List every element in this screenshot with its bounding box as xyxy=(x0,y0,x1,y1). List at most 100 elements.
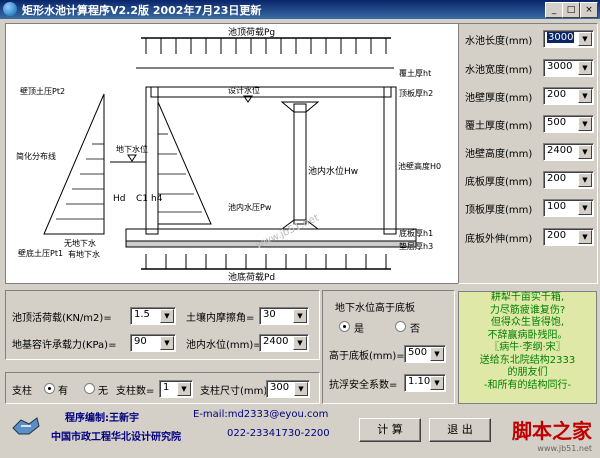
groundwater-group: 地下水位高于底板 是 否 高于底板(mm)= 500 ▼ 抗浮安全系数= 1.10… xyxy=(322,290,455,404)
wall-height-select[interactable]: 2400 ▼ xyxy=(543,143,594,161)
groundwater-yes-radio[interactable] xyxy=(339,321,350,332)
chevron-down-icon[interactable]: ▼ xyxy=(294,382,308,396)
bottom-slab-select[interactable]: 200 ▼ xyxy=(543,171,594,189)
wall-thickness-select[interactable]: 200 ▼ xyxy=(543,87,594,105)
chevron-down-icon[interactable]: ▼ xyxy=(293,309,307,323)
column-size-select[interactable]: 300 ▼ xyxy=(266,380,310,398)
chevron-down-icon[interactable]: ▼ xyxy=(160,336,174,350)
live-load-label: 池顶活荷载(KN/m2)= xyxy=(12,313,112,324)
app-globe-icon xyxy=(3,2,17,16)
column-size-label: 支柱尺寸(mm) xyxy=(200,386,268,397)
label-bottom-slab: 底板厚h1 xyxy=(399,228,433,238)
chevron-down-icon[interactable]: ▼ xyxy=(578,145,592,159)
label-with-groundwater: 有地下水 xyxy=(68,249,100,259)
column-no-label: 无 xyxy=(98,386,108,397)
column-label: 支柱 xyxy=(12,386,32,397)
column-yes-radio[interactable] xyxy=(44,383,55,394)
param-label: 水池长度(mm) xyxy=(465,36,533,47)
chevron-down-icon[interactable]: ▼ xyxy=(430,376,444,390)
watermark-brand: 脚本之家 xyxy=(512,419,592,443)
label-simplified-distribution: 简化分布线 xyxy=(16,151,56,161)
poem-line: 但得众生皆得饱, xyxy=(490,317,565,328)
column-group: 支柱 有 无 支柱数= 1 ▼ 支柱尺寸(mm) 300 ▼ xyxy=(5,372,320,404)
poem-line: 的朋友们 xyxy=(507,367,548,378)
pool-section-drawing: 池顶荷载Pg 覆土厚ht 顶板厚h2 底板厚h1 垫层厚h3 池底荷载Pd 壁顶… xyxy=(5,23,459,284)
height-above-slab-label: 高于底板(mm)= xyxy=(329,351,405,362)
label-h4: h4 xyxy=(151,194,163,204)
footer: 程序编制:王新宇 E-mail:md2333@eyou.com 中国市政工程华北… xyxy=(5,404,596,454)
site-watermark: 脚本之家 www.jb51.net xyxy=(512,415,592,453)
label-cushion: 垫层厚h3 xyxy=(399,241,433,251)
section-svg: 池顶荷载Pg 覆土厚ht 顶板厚h2 底板厚h1 垫层厚h3 池底荷载Pd 壁顶… xyxy=(16,26,441,283)
bearing-capacity-select[interactable]: 90 ▼ xyxy=(130,334,176,352)
chevron-down-icon[interactable]: ▼ xyxy=(293,336,307,350)
close-button[interactable]: × xyxy=(580,2,598,18)
label-soil-thickness: 覆土厚ht xyxy=(399,68,431,78)
organization-label: 中国市政工程华北设计研究院 xyxy=(51,432,181,443)
top-slab-select[interactable]: 100 ▼ xyxy=(543,199,594,217)
water-level-select[interactable]: 2400 ▼ xyxy=(259,334,309,352)
poem-line: 力尽筋疲谁复伤? xyxy=(489,304,566,316)
label-inner-water-pressure: 池内水压Pw xyxy=(228,202,272,212)
param-label: 覆土厚度(mm) xyxy=(465,121,533,132)
chevron-down-icon[interactable]: ▼ xyxy=(578,173,592,187)
label-inner-water-level: 池内水位Hw xyxy=(308,165,358,177)
param-label: 水池宽度(mm) xyxy=(465,65,533,76)
column-count-label: 支柱数= xyxy=(116,386,155,397)
email-label: E-mail:md2333@eyou.com xyxy=(193,409,329,420)
param-label: 顶板厚度(mm) xyxy=(465,205,533,216)
groundwater-no-radio[interactable] xyxy=(395,321,406,332)
label-wall-top-soil-pressure: 壁顶土压Pt2 xyxy=(20,86,65,96)
safety-factor-label: 抗浮安全系数= xyxy=(329,380,398,391)
maximize-button[interactable]: □ xyxy=(562,2,580,18)
calculate-button[interactable]: 计 算 xyxy=(359,418,421,442)
column-no-radio[interactable] xyxy=(84,383,95,394)
chevron-down-icon[interactable]: ▼ xyxy=(578,89,592,103)
poem-panel: 耕犁千亩实千箱, 力尽筋疲谁复伤? 但得众生皆得饱, 不辞赢病卧残阳。 〖病牛·… xyxy=(458,291,597,404)
author-label: 程序编制:王新宇 xyxy=(65,413,139,424)
label-hd: Hd xyxy=(113,194,125,204)
label-pool-height: 池壁高度H0 xyxy=(398,161,441,171)
param-label: 池壁厚度(mm) xyxy=(465,93,533,104)
poem-line: 送给东北院结构2333 xyxy=(479,354,576,366)
dimension-params-panel: 水池长度(mm) 3000 ▼ 水池宽度(mm) 3000 ▼ 池壁厚度(mm) 2… xyxy=(458,23,598,284)
chevron-down-icon[interactable]: ▼ xyxy=(578,230,592,244)
poem-line: -和所有的结构同行- xyxy=(483,379,572,391)
chevron-down-icon[interactable]: ▼ xyxy=(160,309,174,323)
groundwater-yes-label: 是 xyxy=(354,324,364,335)
poem-line: 〖病牛·李纲·宋〗 xyxy=(489,342,566,353)
chevron-down-icon[interactable]: ▼ xyxy=(578,117,592,131)
pool-width-select[interactable]: 3000 ▼ xyxy=(543,59,594,77)
friction-angle-select[interactable]: 30 ▼ xyxy=(259,307,309,325)
chevron-down-icon[interactable]: ▼ xyxy=(177,382,191,396)
bottom-extension-select[interactable]: 200 ▼ xyxy=(543,228,594,246)
soil-thickness-select[interactable]: 500 ▼ xyxy=(543,115,594,133)
height-above-slab-select[interactable]: 500 ▼ xyxy=(404,345,446,363)
label-wall-bottom-soil-pressure: 壁底土压Pt1 xyxy=(18,248,63,258)
title-bar: 矩形水池计算程序V2.2版 2002年7月23日更新 _ □ × xyxy=(0,0,600,19)
label-c1: C1 xyxy=(136,194,148,204)
minimize-button[interactable]: _ xyxy=(545,2,563,18)
poem-line: 不辞赢病卧残阳。 xyxy=(487,329,568,341)
groundwater-question: 地下水位高于底板 xyxy=(335,303,415,314)
chevron-down-icon[interactable]: ▼ xyxy=(430,347,444,361)
param-label: 池壁高度(mm) xyxy=(465,149,533,160)
live-load-select[interactable]: 1.5 ▼ xyxy=(130,307,176,325)
label-groundwater-level: 地下水位 xyxy=(116,144,148,154)
chevron-down-icon[interactable]: ▼ xyxy=(578,201,592,215)
column-count-select[interactable]: 1 ▼ xyxy=(159,380,193,398)
poem-line: 耕犁千亩实千箱, xyxy=(490,292,565,303)
param-label: 底板厚度(mm) xyxy=(465,177,533,188)
phone-label: 022-23341730-2200 xyxy=(227,428,330,439)
exit-button[interactable]: 退 出 xyxy=(429,418,491,442)
pool-length-select[interactable]: 3000 ▼ xyxy=(543,30,594,48)
column-yes-label: 有 xyxy=(58,386,68,397)
label-design-water-level: 设计水位 xyxy=(228,85,260,95)
param-label: 底板外伸(mm) xyxy=(465,234,533,245)
watermark-url: www.jb51.net xyxy=(537,444,592,453)
chevron-down-icon[interactable]: ▼ xyxy=(578,61,592,75)
safety-factor-select[interactable]: 1.10 ▼ xyxy=(404,374,446,392)
label-bottom-load: 池底荷载Pd xyxy=(228,271,275,283)
chevron-down-icon[interactable]: ▼ xyxy=(578,32,592,46)
groundwater-no-label: 否 xyxy=(410,324,420,335)
